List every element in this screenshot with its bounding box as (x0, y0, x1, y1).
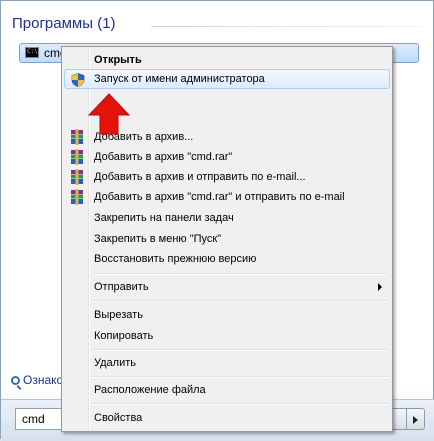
shutdown-options-arrow[interactable] (407, 408, 425, 430)
submenu-arrow-icon (378, 283, 382, 291)
menu-item-label: Расположение файла (94, 384, 206, 396)
menu-item-label: Закрепить на панели задач (94, 212, 234, 224)
menu-item-open[interactable]: Открыть (64, 50, 390, 70)
menu-item-add-to-cmd-rar[interactable]: Добавить в архив "cmd.rar" (64, 147, 390, 167)
menu-item-label: Отправить (94, 281, 149, 293)
menu-item-run-as-admin[interactable]: Запуск от имени администратора (64, 69, 390, 89)
winrar-icon (71, 189, 83, 205)
menu-separator (92, 376, 388, 378)
menu-item-send-to[interactable]: Отправить (64, 277, 390, 297)
menu-item-label: Открыть (94, 54, 142, 66)
see-more-label: Ознако (23, 373, 64, 387)
menu-item-cut[interactable]: Вырезать (64, 305, 390, 325)
menu-item-label: Добавить в архив "cmd.rar" (94, 151, 233, 163)
menu-item-label: Восстановить прежнюю версию (94, 253, 257, 265)
uac-shield-icon (71, 73, 85, 87)
menu-separator (92, 273, 388, 275)
menu-item-label: Добавить в архив "cmd.rar" и отправить п… (94, 191, 345, 203)
menu-separator (92, 349, 388, 351)
menu-item-label: Вырезать (94, 309, 143, 321)
winrar-icon (71, 169, 83, 185)
menu-item-file-location[interactable]: Расположение файла (64, 380, 390, 400)
menu-item-delete[interactable]: Удалить (64, 353, 390, 373)
menu-item-label: Добавить в архив и отправить по e-mail..… (94, 171, 306, 183)
menu-item-label: Удалить (94, 357, 136, 369)
menu-item-copy[interactable]: Копировать (64, 326, 390, 346)
menu-item-label: Запуск от имени администратора (94, 73, 265, 85)
menu-item-properties[interactable]: Свойства (64, 408, 390, 428)
programs-section-header: Программы (1) (12, 15, 116, 32)
menu-item-restore-previous[interactable]: Восстановить прежнюю версию (64, 249, 390, 269)
see-more-results-link[interactable]: Ознако (11, 373, 63, 387)
header-divider (151, 26, 421, 27)
menu-item-pin-start[interactable]: Закрепить в меню "Пуск" (64, 229, 390, 249)
red-up-arrow-icon (88, 93, 130, 135)
menu-item-label: Закрепить в меню "Пуск" (94, 233, 222, 245)
menu-item-label: Свойства (94, 412, 143, 424)
cmd-icon: C:\ (25, 47, 39, 58)
menu-item-pin-taskbar[interactable]: Закрепить на панели задач (64, 208, 390, 228)
menu-separator (92, 403, 388, 405)
magnifier-icon (11, 376, 20, 385)
winrar-icon (71, 129, 83, 145)
menu-item-add-and-email[interactable]: Добавить в архив и отправить по e-mail..… (64, 167, 390, 187)
winrar-icon (71, 149, 83, 165)
menu-separator (92, 300, 388, 302)
menu-item-add-cmd-rar-and-email[interactable]: Добавить в архив "cmd.rar" и отправить п… (64, 187, 390, 207)
menu-item-label: Копировать (94, 330, 154, 342)
